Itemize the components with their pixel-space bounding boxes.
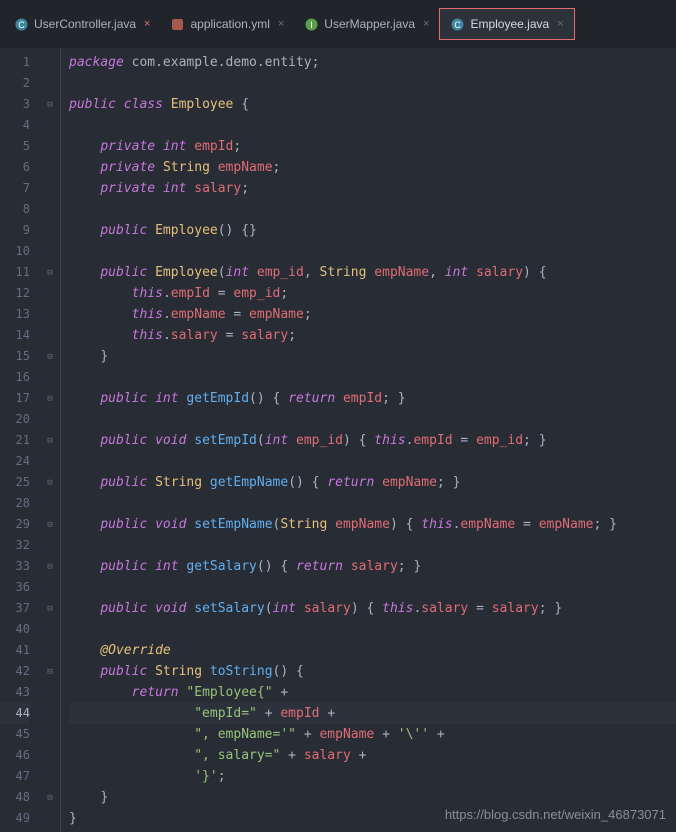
fold-marker[interactable] — [40, 514, 60, 535]
fold-marker[interactable] — [40, 556, 60, 577]
fold-marker — [40, 703, 60, 724]
java-interface-icon: I — [304, 17, 318, 31]
line-number: 3 — [0, 94, 30, 115]
fold-marker[interactable] — [40, 661, 60, 682]
line-number: 41 — [0, 640, 30, 661]
close-icon[interactable]: × — [144, 18, 150, 30]
line-number: 37 — [0, 598, 30, 619]
line-number: 15 — [0, 346, 30, 367]
fold-marker — [40, 241, 60, 262]
line-number: 10 — [0, 241, 30, 262]
line-number: 9 — [0, 220, 30, 241]
line-number: 46 — [0, 745, 30, 766]
tab-label: UserController.java — [34, 17, 136, 31]
fold-marker — [40, 493, 60, 514]
line-number: 4 — [0, 115, 30, 136]
line-number: 48 — [0, 787, 30, 808]
line-number: 28 — [0, 493, 30, 514]
fold-marker[interactable] — [40, 94, 60, 115]
line-number: 13 — [0, 304, 30, 325]
line-number: 44 — [0, 703, 30, 724]
line-number: 14 — [0, 325, 30, 346]
tab-usermapper[interactable]: I UserMapper.java × — [294, 8, 439, 40]
fold-marker[interactable] — [40, 787, 60, 808]
line-number: 21 — [0, 430, 30, 451]
fold-marker[interactable] — [40, 598, 60, 619]
line-number: 12 — [0, 283, 30, 304]
line-number: 32 — [0, 535, 30, 556]
tab-employee[interactable]: C Employee.java × — [439, 8, 574, 40]
fold-marker — [40, 367, 60, 388]
fold-marker — [40, 115, 60, 136]
fold-marker — [40, 178, 60, 199]
line-number: 6 — [0, 157, 30, 178]
fold-marker — [40, 640, 60, 661]
fold-marker[interactable] — [40, 472, 60, 493]
fold-marker — [40, 619, 60, 640]
fold-marker — [40, 325, 60, 346]
fold-marker — [40, 745, 60, 766]
line-number: 11 — [0, 262, 30, 283]
fold-marker — [40, 136, 60, 157]
fold-marker — [40, 220, 60, 241]
line-number: 17 — [0, 388, 30, 409]
fold-column — [40, 48, 60, 832]
fold-marker — [40, 52, 60, 73]
editor-area: 1234567891011121314151617202124252829323… — [0, 48, 676, 832]
close-icon[interactable]: × — [557, 18, 563, 30]
code-area[interactable]: package com.example.demo.entity; public … — [60, 48, 676, 832]
editor-tabs: C UserController.java × application.yml … — [0, 0, 676, 48]
tab-label: Employee.java — [470, 17, 549, 31]
fold-marker — [40, 451, 60, 472]
line-number: 42 — [0, 661, 30, 682]
fold-marker — [40, 577, 60, 598]
svg-text:I: I — [310, 20, 313, 30]
line-number: 2 — [0, 73, 30, 94]
fold-marker — [40, 199, 60, 220]
fold-marker — [40, 409, 60, 430]
svg-text:C: C — [454, 20, 461, 30]
line-number: 20 — [0, 409, 30, 430]
fold-marker[interactable] — [40, 346, 60, 367]
watermark: https://blog.csdn.net/weixin_46873071 — [445, 807, 666, 822]
fold-marker — [40, 73, 60, 94]
close-icon[interactable]: × — [423, 18, 429, 30]
line-number: 29 — [0, 514, 30, 535]
line-number: 45 — [0, 724, 30, 745]
java-class-icon: C — [450, 17, 464, 31]
fold-marker — [40, 304, 60, 325]
tab-label: application.yml — [190, 17, 269, 31]
line-number: 47 — [0, 766, 30, 787]
fold-marker — [40, 157, 60, 178]
line-number: 43 — [0, 682, 30, 703]
java-class-icon: C — [14, 17, 28, 31]
fold-marker — [40, 724, 60, 745]
line-number: 7 — [0, 178, 30, 199]
yml-file-icon — [170, 17, 184, 31]
tab-applicationyml[interactable]: application.yml × — [160, 8, 294, 40]
fold-marker[interactable] — [40, 388, 60, 409]
line-gutter: 1234567891011121314151617202124252829323… — [0, 48, 40, 832]
line-number: 16 — [0, 367, 30, 388]
tab-usercontroller[interactable]: C UserController.java × — [4, 8, 160, 40]
line-number: 25 — [0, 472, 30, 493]
line-number: 33 — [0, 556, 30, 577]
fold-marker — [40, 283, 60, 304]
line-number: 8 — [0, 199, 30, 220]
line-number: 36 — [0, 577, 30, 598]
tab-label: UserMapper.java — [324, 17, 415, 31]
line-number: 40 — [0, 619, 30, 640]
fold-marker — [40, 766, 60, 787]
line-number: 5 — [0, 136, 30, 157]
close-icon[interactable]: × — [278, 18, 284, 30]
svg-text:C: C — [18, 20, 25, 30]
fold-marker — [40, 682, 60, 703]
line-number: 24 — [0, 451, 30, 472]
line-number: 1 — [0, 52, 30, 73]
fold-marker[interactable] — [40, 262, 60, 283]
fold-marker — [40, 535, 60, 556]
fold-marker[interactable] — [40, 430, 60, 451]
fold-marker — [40, 808, 60, 829]
line-number: 49 — [0, 808, 30, 829]
